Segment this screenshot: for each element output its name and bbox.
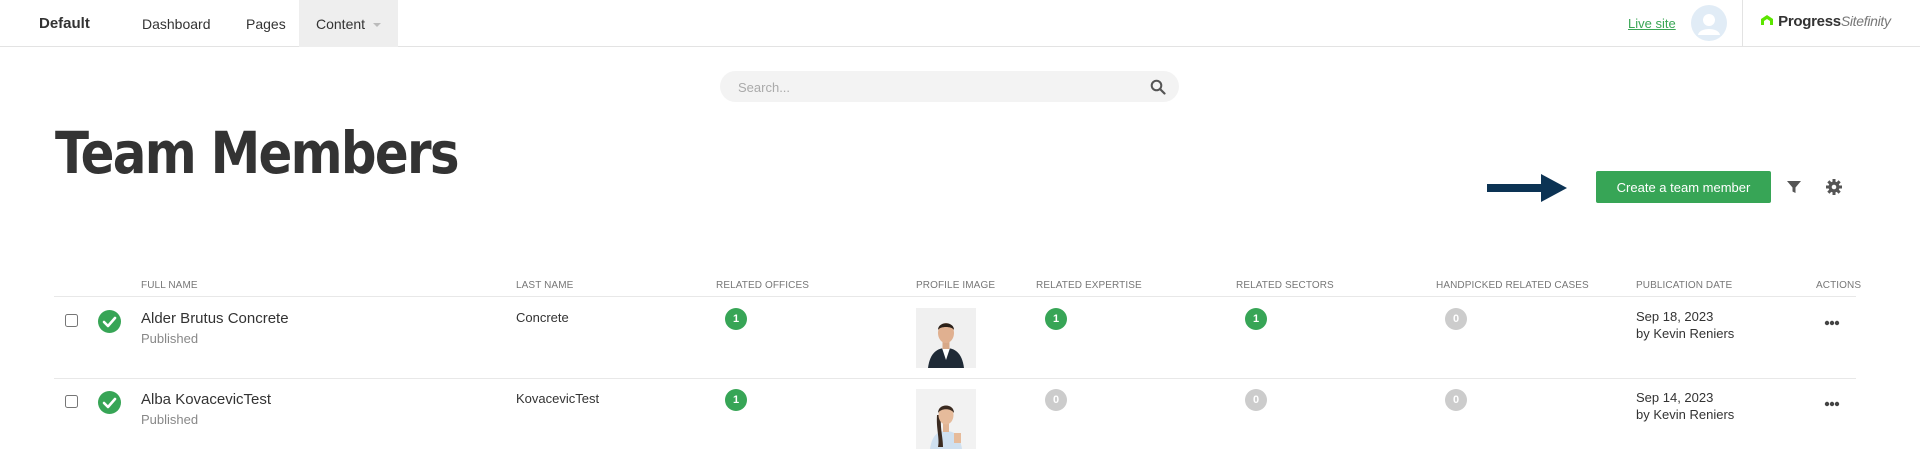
gear-icon[interactable] xyxy=(1825,178,1843,196)
logo-product: Sitefinity xyxy=(1840,13,1891,29)
related-offices-badge[interactable]: 1 xyxy=(725,389,747,411)
row-last-name: KovacevicTest xyxy=(516,391,600,406)
publication-date: Sep 14, 2023 by Kevin Reniers xyxy=(1636,389,1734,423)
page-title: Team Members xyxy=(55,119,460,187)
row-status: Published xyxy=(141,331,199,346)
logo-brand: Progress xyxy=(1778,13,1841,30)
avatar[interactable] xyxy=(1691,5,1727,41)
row-checkbox[interactable] xyxy=(65,395,78,408)
more-actions-icon[interactable] xyxy=(1824,401,1840,407)
arrow-right-icon xyxy=(1487,174,1567,202)
nav-content[interactable]: Content xyxy=(299,0,398,47)
publication-author: by Kevin Reniers xyxy=(1636,326,1735,341)
divider xyxy=(1742,0,1743,47)
search-icon[interactable] xyxy=(1150,79,1166,95)
column-header-related-expertise[interactable]: RELATED EXPERTISE xyxy=(1036,280,1142,291)
column-header-last-name[interactable]: LAST NAME xyxy=(516,280,573,291)
column-header-related-sectors[interactable]: RELATED SECTORS xyxy=(1236,280,1334,291)
column-header-actions: ACTIONS xyxy=(1816,280,1862,291)
status-published-icon xyxy=(98,310,121,333)
related-expertise-badge[interactable]: 0 xyxy=(1045,389,1067,411)
publication-date-value: Sep 14, 2023 xyxy=(1636,390,1714,405)
related-sectors-badge[interactable]: 0 xyxy=(1245,389,1267,411)
row-full-name-link[interactable]: Alba KovacevicTest xyxy=(141,391,271,408)
profile-image xyxy=(916,308,976,368)
handpicked-cases-badge[interactable]: 0 xyxy=(1445,389,1467,411)
nav-pages[interactable]: Pages xyxy=(246,16,286,32)
row-full-name-link[interactable]: Alder Brutus Concrete xyxy=(141,310,289,327)
site-selector[interactable]: Default xyxy=(39,15,90,32)
search-input[interactable] xyxy=(738,78,1128,96)
publication-date: Sep 18, 2023 by Kevin Reniers xyxy=(1636,308,1734,342)
row-divider xyxy=(54,378,1856,379)
progress-sitefinity-logo: ProgressSitefinity xyxy=(1760,13,1891,30)
row-checkbox[interactable] xyxy=(65,314,78,327)
more-actions-icon[interactable] xyxy=(1824,320,1840,326)
row-status: Published xyxy=(141,412,199,427)
column-header-full-name[interactable]: FULL NAME xyxy=(141,280,198,291)
column-header-handpicked-cases[interactable]: HANDPICKED RELATED CASES xyxy=(1436,280,1589,291)
publication-date-value: Sep 18, 2023 xyxy=(1636,309,1714,324)
filter-icon[interactable] xyxy=(1786,179,1802,195)
search-box xyxy=(720,71,1179,102)
create-team-member-button[interactable]: Create a team member xyxy=(1596,171,1771,203)
column-header-profile-image: PROFILE IMAGE xyxy=(916,280,996,291)
nav-content-label: Content xyxy=(316,16,366,32)
publication-author: by Kevin Reniers xyxy=(1636,407,1735,422)
column-header-publication-date[interactable]: PUBLICATION DATE xyxy=(1636,280,1732,291)
table-divider xyxy=(54,296,1856,297)
live-site-link[interactable]: Live site xyxy=(1628,16,1676,31)
top-navbar: Default Dashboard Pages Content Live sit… xyxy=(0,0,1920,47)
related-expertise-badge[interactable]: 1 xyxy=(1045,308,1067,330)
related-offices-badge[interactable]: 1 xyxy=(725,308,747,330)
handpicked-cases-badge[interactable]: 0 xyxy=(1445,308,1467,330)
chevron-down-icon xyxy=(373,23,382,28)
row-last-name: Concrete xyxy=(516,310,569,325)
progress-logo-icon xyxy=(1761,15,1773,25)
user-icon xyxy=(1698,14,1720,35)
related-sectors-badge[interactable]: 1 xyxy=(1245,308,1267,330)
status-published-icon xyxy=(98,391,121,414)
profile-image xyxy=(916,389,976,449)
column-header-related-offices[interactable]: RELATED OFFICES xyxy=(716,280,809,291)
nav-dashboard[interactable]: Dashboard xyxy=(142,16,211,32)
